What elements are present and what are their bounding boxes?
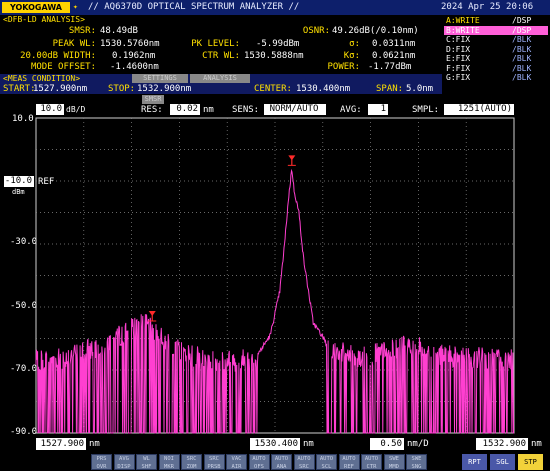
softkey-button[interactable]: SRC PRSB [203, 454, 225, 470]
y-tick-label: -50.0 [10, 301, 38, 311]
spectrum-plot[interactable] [0, 0, 550, 471]
softkey-button[interactable]: AUTO SRC [293, 454, 315, 470]
ref-label: REF [38, 177, 55, 187]
mode-key-rpt[interactable]: RPT [462, 454, 487, 470]
footer-start-box[interactable]: 1527.900 [36, 438, 86, 450]
softkey-button[interactable]: SWE SNG [406, 454, 427, 470]
footer-div-box[interactable]: 0.50 [370, 438, 404, 450]
footer-stop-box[interactable]: 1532.900 [476, 438, 528, 450]
peak-marker-icon[interactable] [287, 155, 296, 166]
footer-stop-unit: nm [531, 439, 542, 449]
softkey-button[interactable]: AUTO CTR [361, 454, 382, 470]
footer-start-unit: nm [89, 439, 100, 449]
softkey-button[interactable]: NOI MKR [158, 454, 180, 470]
osa-screen: { "header": { "brand": "YOKOGAWA", "mode… [0, 0, 550, 471]
footer-center-unit: nm [303, 439, 314, 449]
softkey-button[interactable]: AUTO ANA [271, 454, 292, 470]
y-tick-label: 10.0 [12, 114, 34, 124]
mode-key-stp[interactable]: STP [518, 454, 543, 470]
footer-center-box[interactable]: 1530.400 [250, 438, 300, 450]
softkey-button[interactable]: AUTO SCL [316, 454, 337, 470]
y-tick-label: -70.0 [10, 364, 38, 374]
softkey-button[interactable]: SWE MMD [383, 454, 405, 470]
y-tick-label: -30.0 [10, 237, 38, 247]
peak-marker-icon[interactable] [148, 311, 157, 322]
softkey-button[interactable]: SRC ZOM [181, 454, 202, 470]
softkey-button[interactable]: AVG DISP [113, 454, 135, 470]
y-tick-label: -90.0 [10, 427, 38, 437]
softkey-button[interactable]: WL SHF [136, 454, 157, 470]
mode-key-sgl[interactable]: SGL [490, 454, 515, 470]
marker-glyph [148, 311, 156, 317]
softkey-button[interactable]: PRS OVR [91, 454, 112, 470]
ref-unit: dBm [12, 188, 25, 196]
softkey-button[interactable]: AUTO REF [338, 454, 360, 470]
footer-div-unit: nm/D [407, 439, 429, 449]
ref-level-box[interactable]: -10.0 [4, 176, 34, 187]
softkey-button[interactable]: VAC AIR [226, 454, 247, 470]
softkey-button[interactable]: AUTO OFS [248, 454, 270, 470]
marker-glyph [288, 155, 296, 161]
